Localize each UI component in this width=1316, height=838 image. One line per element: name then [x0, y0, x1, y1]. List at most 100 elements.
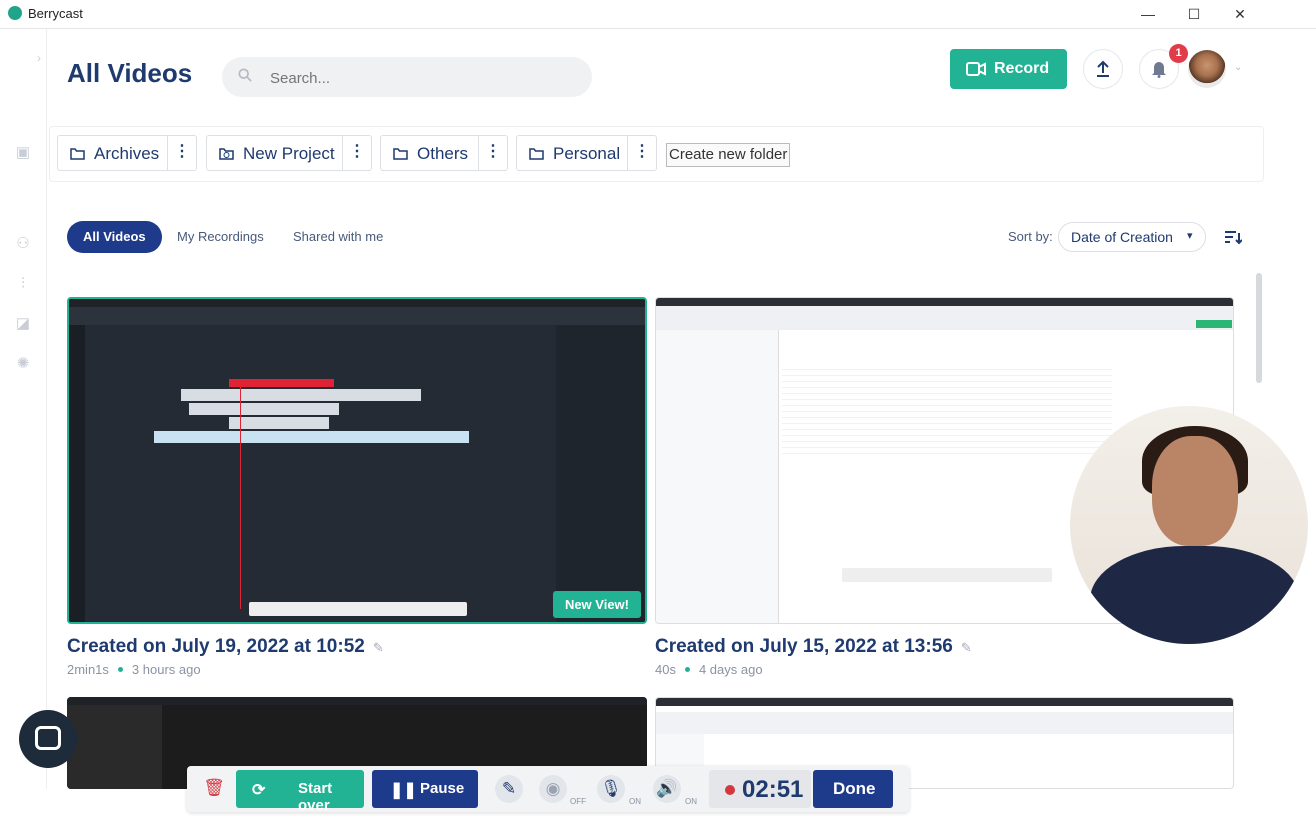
folder-label: New Project	[243, 144, 335, 163]
search-input[interactable]	[268, 57, 572, 99]
thumbnail-toolbar	[249, 602, 467, 616]
start-over-label: Start over	[298, 780, 333, 814]
done-button[interactable]: Done	[813, 770, 893, 808]
video-meta: 40s 4 days ago	[655, 662, 763, 677]
thumbnail-browser-bar	[656, 298, 1233, 306]
video-meta: 2min1s 3 hours ago	[67, 662, 201, 677]
video-duration: 2min1s	[67, 662, 109, 677]
megaphone-icon[interactable]: ◪	[14, 315, 32, 333]
speaker-icon[interactable]: 🔊	[653, 775, 681, 803]
folder-menu-button[interactable]: ⋮	[478, 136, 507, 170]
maximize-button[interactable]: ☐	[1174, 3, 1214, 25]
thumbnail-tasks-panel	[556, 325, 645, 622]
separator-dot	[684, 667, 690, 672]
video-age: 3 hours ago	[131, 662, 201, 677]
recording-dot-icon	[725, 785, 735, 795]
thumbnail-bar	[181, 389, 421, 401]
webcam-icon[interactable]: ◉	[539, 775, 567, 803]
folder-menu-button[interactable]: ⋮	[342, 136, 371, 170]
video-title-text: Created on July 19, 2022 at 10:52	[67, 636, 365, 657]
webcam-state: OFF	[570, 797, 586, 806]
folder-label: Personal	[553, 144, 621, 163]
thumbnail-toolbar-area	[656, 712, 1233, 734]
upload-icon	[1097, 60, 1109, 77]
folder-label: Others	[417, 144, 469, 163]
folder-menu-button[interactable]: ⋮	[627, 136, 656, 170]
thumbnail-timeline-marker	[229, 379, 334, 387]
timer-value: 02:51	[742, 776, 804, 803]
sound-state: ON	[685, 797, 697, 806]
mic-state: ON	[629, 797, 641, 806]
folder-icon	[529, 148, 544, 160]
record-label: Record	[994, 60, 1050, 77]
page-title: All Videos	[67, 58, 193, 88]
video-camera-icon	[966, 62, 986, 76]
chat-launcher-button[interactable]	[19, 710, 77, 768]
thumbnail-bar	[189, 403, 339, 415]
scrollbar-thumb[interactable]	[1256, 273, 1262, 383]
done-label: Done	[833, 779, 876, 798]
video-age: 4 days ago	[698, 662, 763, 677]
pencil-icon[interactable]: ✎	[373, 640, 384, 655]
window-titlebar: Berrycast — ☐ ✕	[0, 0, 1316, 29]
shared-folder-icon	[219, 148, 234, 160]
search-bar[interactable]	[222, 57, 592, 99]
window-title: Berrycast	[28, 6, 83, 21]
thumbnail-db-tree	[656, 330, 779, 623]
pencil-icon[interactable]: ✎	[961, 640, 972, 655]
folder-personal[interactable]: Personal ⋮	[516, 135, 657, 171]
search-icon	[238, 68, 252, 82]
separator-dot	[117, 667, 123, 672]
berrycast-logo-icon	[8, 6, 22, 20]
sort-select[interactable]: Date of Creation ▾	[1058, 222, 1206, 252]
tab-my-recordings[interactable]: My Recordings	[177, 221, 264, 253]
trash-icon[interactable]: 🗑	[203, 777, 225, 799]
chevron-down-icon[interactable]: ⌄	[1234, 62, 1242, 73]
bell-icon	[1152, 62, 1166, 78]
minimize-button[interactable]: —	[1128, 3, 1168, 25]
folder-icon	[393, 148, 408, 160]
microphone-icon[interactable]: 🎙	[597, 775, 625, 803]
video-library-icon[interactable]: ▣	[14, 144, 32, 162]
sidebar: › ▣ ⚇ ⫶ ◪ ✺	[0, 29, 47, 789]
folder-archives[interactable]: Archives ⋮	[57, 135, 197, 171]
pause-icon: ❚❚	[390, 782, 417, 799]
tab-shared-with-me[interactable]: Shared with me	[293, 221, 383, 253]
tab-all-videos[interactable]: All Videos	[67, 221, 162, 253]
folder-new-project[interactable]: New Project ⋮	[206, 135, 372, 171]
chevron-down-icon: ▾	[1187, 230, 1193, 242]
start-over-button[interactable]: ⟳ Start over	[236, 770, 364, 814]
thumbnail-donate	[1196, 320, 1232, 328]
thumbnail-bar	[229, 417, 329, 429]
thumbnail-table	[782, 364, 1112, 454]
pause-button[interactable]: ❚❚ Pause	[372, 770, 478, 808]
users-icon[interactable]: ⚇	[14, 235, 32, 253]
record-button[interactable]: Record	[950, 49, 1067, 89]
upload-button[interactable]	[1083, 49, 1123, 89]
webcam-preview[interactable]	[1070, 406, 1308, 644]
notification-badge: 1	[1169, 44, 1188, 63]
folder-bar: Archives ⋮ New Project ⋮ Others ⋮ Person…	[49, 126, 1264, 182]
pencil-icon[interactable]: ✎	[495, 775, 523, 803]
sort-order-icon[interactable]	[1224, 229, 1242, 245]
avatar[interactable]	[1188, 50, 1226, 88]
folder-menu-button[interactable]: ⋮	[167, 136, 196, 170]
create-folder-button[interactable]: Create new folder	[666, 143, 791, 167]
close-window-button[interactable]: ✕	[1220, 3, 1260, 25]
folder-others[interactable]: Others ⋮	[380, 135, 508, 171]
sort-value: Date of Creation	[1071, 229, 1173, 245]
sort-label: Sort by:	[1008, 229, 1053, 244]
video-title: Created on July 15, 2022 at 13:56 ✎	[655, 636, 972, 658]
webcam-shirt	[1090, 546, 1300, 644]
folder-icon	[70, 148, 85, 160]
thumbnail-sidebar	[67, 705, 162, 789]
sliders-icon[interactable]: ⫶	[14, 275, 32, 293]
gear-icon[interactable]: ✺	[14, 355, 32, 373]
chevron-right-icon[interactable]: ›	[30, 49, 48, 67]
video-thumbnail[interactable]: New View!	[67, 297, 647, 624]
thumbnail-sidebar	[69, 325, 85, 622]
thumbnail-bar	[154, 431, 469, 443]
video-title-text: Created on July 15, 2022 at 13:56	[655, 636, 953, 657]
chat-icon	[35, 726, 61, 750]
webcam-face	[1152, 436, 1238, 546]
